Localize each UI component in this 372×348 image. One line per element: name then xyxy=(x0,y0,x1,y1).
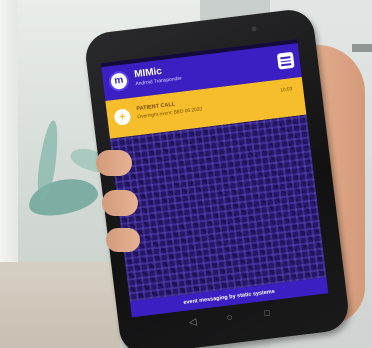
notification-time: 10:03 xyxy=(280,87,293,94)
background-rail xyxy=(352,44,372,52)
finger xyxy=(106,228,140,252)
menu-icon xyxy=(280,59,291,63)
app-logo-icon: m xyxy=(107,70,131,93)
recent-apps-icon[interactable]: □ xyxy=(264,308,271,319)
photo-scene: m MIMic Android Transponder + PATIENT CA… xyxy=(0,0,372,348)
screen-background-pattern xyxy=(109,114,327,302)
plus-icon: + xyxy=(113,108,132,126)
menu-button[interactable] xyxy=(276,51,295,70)
front-camera xyxy=(251,26,257,32)
menu-icon xyxy=(280,56,291,59)
menu-icon xyxy=(281,63,292,66)
background-floor xyxy=(0,262,120,348)
tablet-screen: m MIMic Android Transponder + PATIENT CA… xyxy=(100,39,329,318)
android-tablet: m MIMic Android Transponder + PATIENT CA… xyxy=(83,7,351,348)
back-icon[interactable]: ◁ xyxy=(188,317,197,329)
finger xyxy=(102,190,138,216)
home-icon[interactable]: ○ xyxy=(226,312,233,324)
finger xyxy=(96,150,132,176)
